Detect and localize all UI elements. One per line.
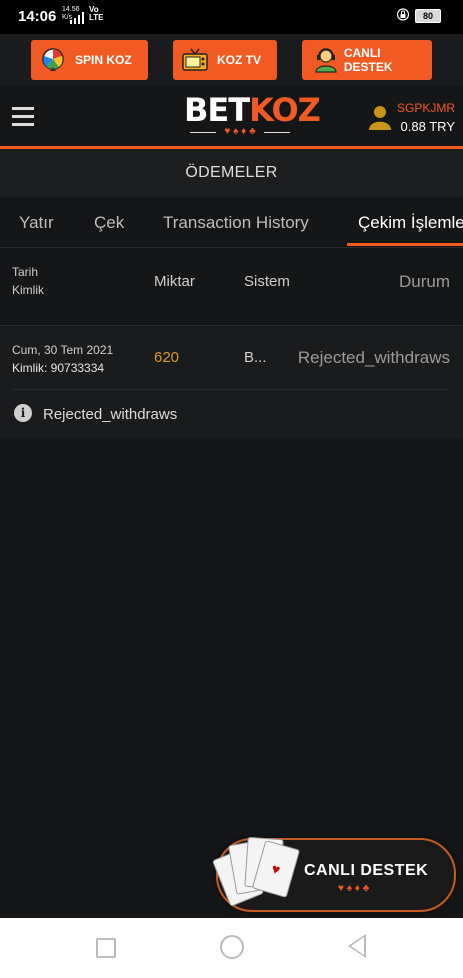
logo-suits: ♥ ♠ ♦ ♣ xyxy=(190,126,290,138)
tab-transaction-history[interactable]: Transaction History xyxy=(163,213,309,233)
tv-icon xyxy=(181,46,209,74)
row-status: Rejected_withdraws xyxy=(297,348,450,367)
payment-tabs: Yatır Çek Transaction History Çekim İşle… xyxy=(0,199,463,248)
table-row[interactable]: Cum, 30 Tem 2021 Kimlik: 90733334 620 B.… xyxy=(0,327,463,439)
header-id: Kimlik xyxy=(12,283,44,297)
table-header: Tarih Kimlik Miktar Sistem Durum xyxy=(0,249,463,326)
battery-indicator: 80 xyxy=(415,9,441,23)
tab-withdrawal-operations[interactable]: Çekim İşlemleri xyxy=(358,213,463,233)
canli-destek-button[interactable]: CANLI DESTEK xyxy=(302,40,432,80)
user-icon[interactable] xyxy=(368,104,392,130)
row-divider xyxy=(12,389,450,390)
row-id: Kimlik: 90733334 xyxy=(12,361,105,375)
page-title: ÖDEMELER xyxy=(0,149,463,197)
betkoz-logo[interactable]: BETKOZ ♥ ♠ ♦ ♣ xyxy=(184,91,321,140)
back-icon[interactable] xyxy=(348,934,366,958)
tab-deposit[interactable]: Yatır xyxy=(19,213,54,233)
recent-apps-icon[interactable] xyxy=(96,938,116,958)
koz-tv-button[interactable]: KOZ TV xyxy=(173,40,277,80)
spin-koz-button[interactable]: SPIN KOZ xyxy=(31,40,148,80)
logo-text-koz: KOZ xyxy=(249,91,321,129)
live-support-suits: ♥ ♠ ♦ ♣ xyxy=(338,883,370,894)
koz-tv-label: KOZ TV xyxy=(217,53,261,67)
balance: 0.88 TRY xyxy=(400,119,455,134)
clock: 14:06 xyxy=(18,8,57,25)
header-system: Sistem xyxy=(244,273,290,290)
live-support-label: CANLI DESTEK xyxy=(304,862,429,879)
canli-destek-label: CANLI DESTEK xyxy=(343,46,393,74)
android-nav-bar xyxy=(0,918,463,978)
home-icon[interactable] xyxy=(220,935,244,959)
lock-icon xyxy=(397,8,409,21)
spin-koz-label: SPIN KOZ xyxy=(75,53,132,67)
support-agent-icon xyxy=(312,46,340,74)
header-date: Tarih xyxy=(12,265,39,279)
tab-withdraw[interactable]: Çek xyxy=(94,213,124,233)
header-status: Durum xyxy=(398,272,450,291)
header: BETKOZ ♥ ♠ ♦ ♣ SGPKJMR 0.88 TRY xyxy=(0,86,463,149)
row-date: Cum, 30 Tem 2021 xyxy=(12,343,114,357)
logo-text-bet: BET xyxy=(184,91,250,129)
username[interactable]: SGPKJMR xyxy=(397,101,455,115)
playing-cards-icon: A A A ♥ xyxy=(211,834,301,914)
row-note: Rejected_withdraws xyxy=(43,406,178,423)
row-system: B... xyxy=(244,349,267,366)
live-support-floating-button[interactable]: A A A ♥ CANLI DESTEK ♥ ♠ ♦ ♣ xyxy=(211,836,456,912)
network-type: Vo LTE xyxy=(89,5,104,22)
row-amount: 620 xyxy=(154,349,180,366)
active-tab-indicator xyxy=(347,243,463,246)
header-amount: Miktar xyxy=(154,273,195,290)
info-icon: i xyxy=(14,404,32,422)
menu-icon[interactable] xyxy=(12,107,34,127)
status-bar: 14:06 14.56 K/s Vo LTE 80 xyxy=(0,0,463,34)
signal-icon xyxy=(70,12,84,24)
wheel-icon xyxy=(39,46,67,74)
promo-bar: SPIN KOZ KOZ TV CANLI DESTEK xyxy=(0,34,463,86)
